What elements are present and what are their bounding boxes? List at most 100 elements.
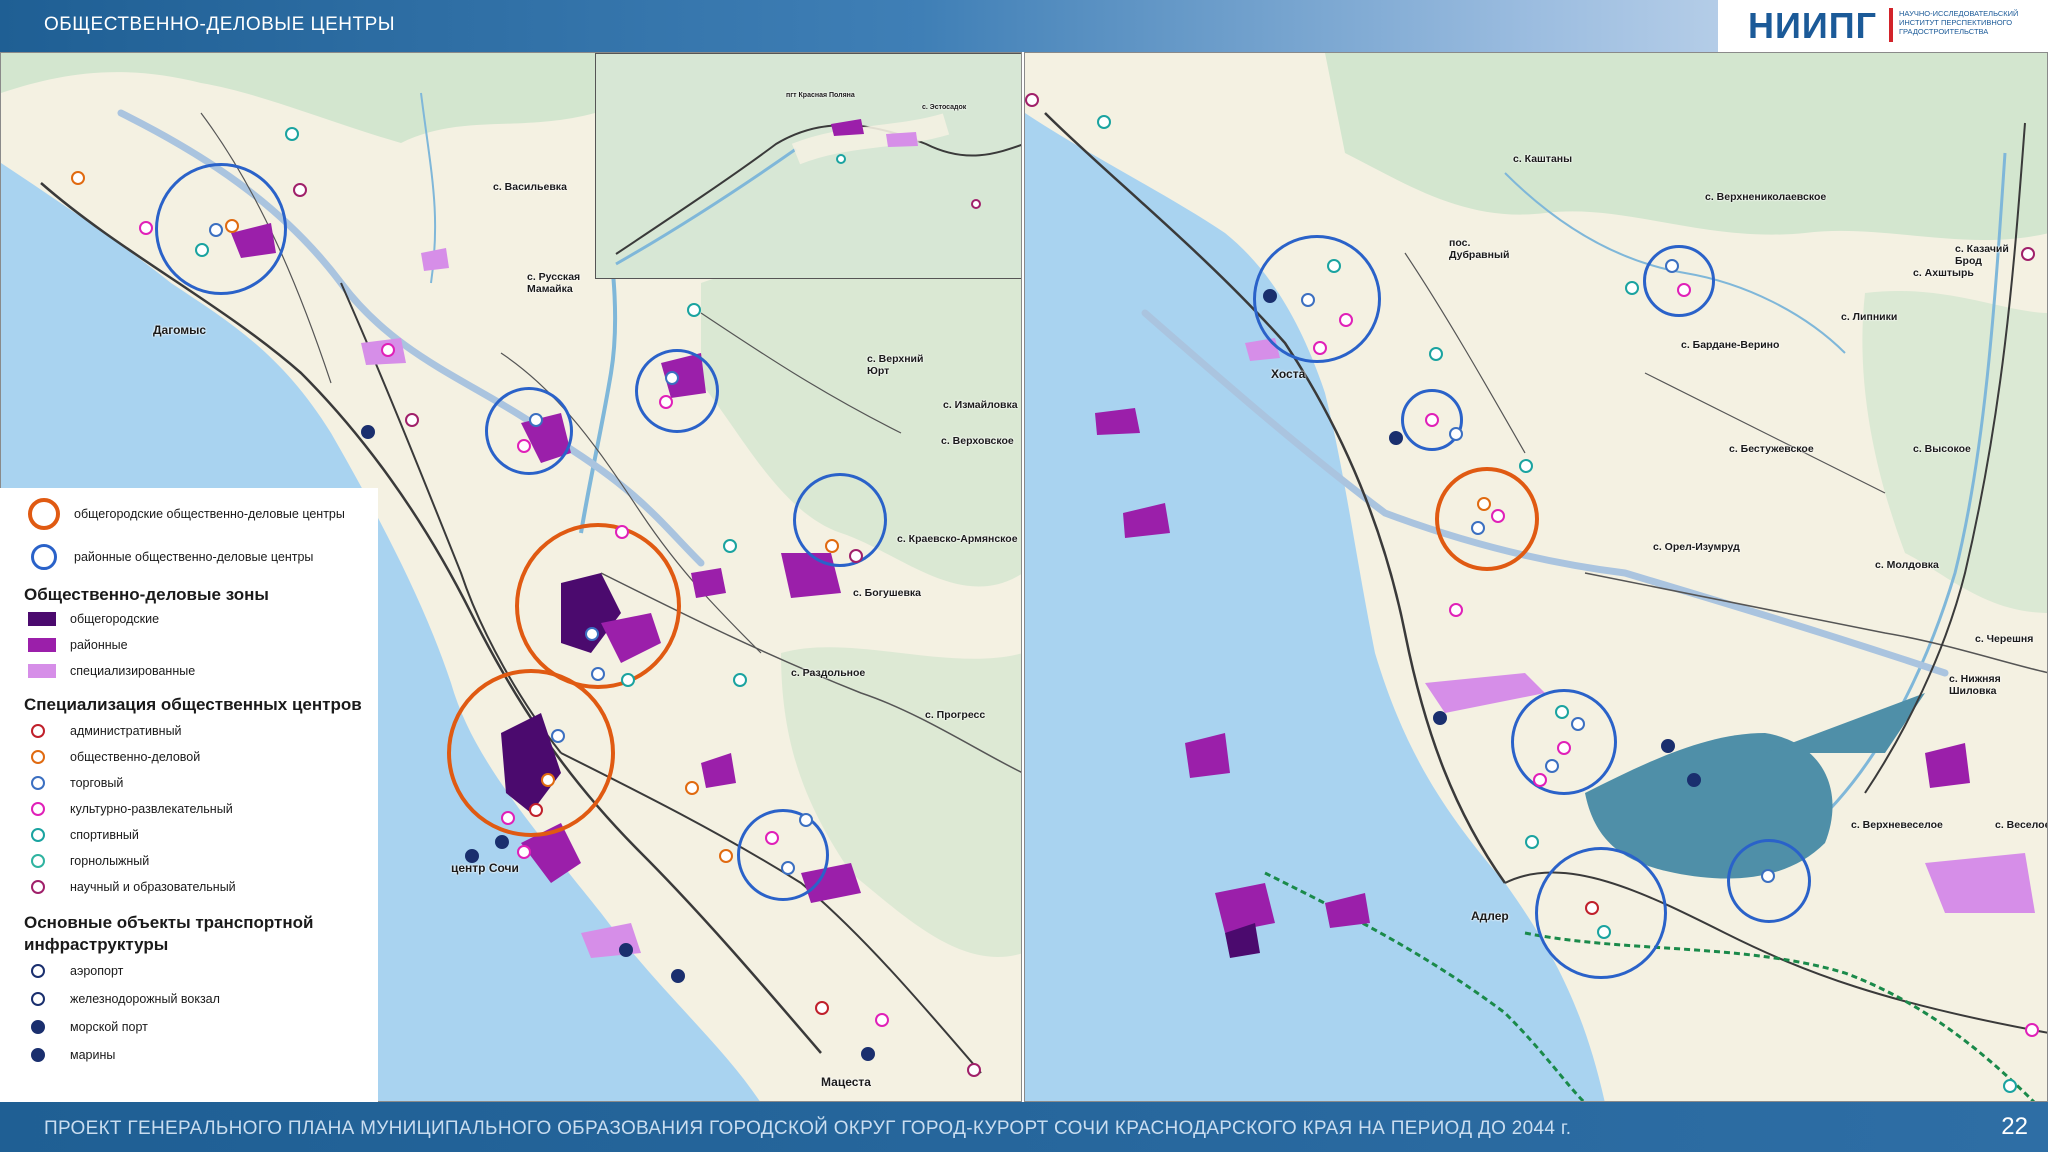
shopping-icon[interactable] [781,861,795,875]
district-center-ring[interactable] [793,473,887,567]
education-icon[interactable] [971,199,981,209]
admin-icon[interactable] [529,803,543,817]
culture-icon[interactable] [1339,313,1353,327]
ski-icon [31,854,45,868]
education-icon[interactable] [1025,93,1039,107]
label-lipniki: с. Липники [1841,311,1898,323]
label-akhshtyr: с. Ахштырь [1913,267,1974,279]
culture-icon[interactable] [659,395,673,409]
shopping-icon[interactable] [1471,521,1485,535]
header-bar: ОБЩЕСТВЕННО-ДЕЛОВЫЕ ЦЕНТРЫ НИИПГ НАУЧНО-… [0,0,2048,52]
seaport-icon[interactable] [861,1047,875,1061]
sport-icon[interactable] [1097,115,1111,129]
culture-icon[interactable] [517,439,531,453]
sport-icon[interactable] [1555,705,1569,719]
culture-icon[interactable] [1449,603,1463,617]
marina-icon[interactable] [465,849,479,863]
culture-icon[interactable] [1677,283,1691,297]
admin-icon[interactable] [815,1001,829,1015]
culture-icon[interactable] [1491,509,1505,523]
seaport-icon[interactable] [495,835,509,849]
business-icon[interactable] [719,849,733,863]
district-center-ring[interactable] [485,387,573,475]
shopping-icon[interactable] [1761,869,1775,883]
shopping-icon[interactable] [551,729,565,743]
district-center-ring[interactable] [635,349,719,433]
inset-map-krasnaya-polyana[interactable]: пгт Красная Поляна с. Эстосадок [595,53,1021,279]
shopping-icon[interactable] [585,627,599,641]
sport-icon[interactable] [1597,925,1611,939]
legend-zone-label: районные [70,638,128,652]
district-center-ring[interactable] [1535,847,1667,979]
culture-icon[interactable] [501,811,515,825]
education-icon[interactable] [849,549,863,563]
sport-icon[interactable] [1525,835,1539,849]
culture-icon[interactable] [517,845,531,859]
marina-icon[interactable] [361,425,375,439]
marina-icon[interactable] [1389,431,1403,445]
culture-icon[interactable] [139,221,153,235]
sport-icon[interactable] [836,154,846,164]
right-map[interactable]: с. Каштаны с. Верхнениколаевское пос. Ду… [1024,52,2048,1102]
railway-station-icon[interactable] [1433,711,1447,725]
city-center-ring[interactable] [1435,467,1539,571]
legend-spec-label: научный и образовательный [70,880,236,894]
shopping-icon[interactable] [591,667,605,681]
district-center-ring[interactable] [737,809,829,901]
sport-icon[interactable] [1429,347,1443,361]
sport-icon[interactable] [723,539,737,553]
business-icon[interactable] [71,171,85,185]
business-icon[interactable] [685,781,699,795]
marina-icon[interactable] [619,943,633,957]
sport-icon[interactable] [1625,281,1639,295]
railway-station-icon[interactable] [1661,739,1675,753]
culture-icon[interactable] [1557,741,1571,755]
district-center-ring[interactable] [1643,245,1715,317]
education-icon[interactable] [967,1063,981,1077]
sport-icon[interactable] [195,243,209,257]
shopping-icon[interactable] [1571,717,1585,731]
sport-icon[interactable] [733,673,747,687]
business-icon[interactable] [825,539,839,553]
culture-icon[interactable] [1533,773,1547,787]
education-icon[interactable] [2021,247,2035,261]
marina-icon[interactable] [1263,289,1277,303]
shopping-icon[interactable] [529,413,543,427]
slide: ОБЩЕСТВЕННО-ДЕЛОВЫЕ ЦЕНТРЫ НИИПГ НАУЧНО-… [0,0,2048,1152]
label-veseloe: с. Веселое [1995,819,2048,831]
legend-transport-label: железнодорожный вокзал [70,992,220,1006]
culture-icon[interactable] [615,525,629,539]
culture-icon[interactable] [381,343,395,357]
culture-icon[interactable] [1425,413,1439,427]
sport-icon[interactable] [2003,1079,2017,1093]
education-icon[interactable] [405,413,419,427]
education-icon [31,880,45,894]
shopping-icon[interactable] [1665,259,1679,273]
inset-label-krasnaya-polyana: пгт Красная Поляна [786,92,855,99]
business-icon[interactable] [225,219,239,233]
shopping-icon[interactable] [665,371,679,385]
shopping-icon[interactable] [1301,293,1315,307]
marina-icon[interactable] [671,969,685,983]
culture-icon[interactable] [765,831,779,845]
culture-icon[interactable] [2025,1023,2039,1037]
legend-spec-item: спортивный [28,828,139,842]
shopping-icon[interactable] [209,223,223,237]
business-icon[interactable] [1477,497,1491,511]
airport-icon[interactable] [1687,773,1701,787]
business-icon[interactable] [541,773,555,787]
legend-transport-item: аэропорт [28,964,123,978]
education-icon[interactable] [293,183,307,197]
sport-icon[interactable] [621,673,635,687]
city-center-ring[interactable] [515,523,681,689]
sport-icon[interactable] [1327,259,1341,273]
culture-icon[interactable] [1313,341,1327,355]
admin-icon[interactable] [1585,901,1599,915]
sport-icon[interactable] [285,127,299,141]
sport-icon[interactable] [687,303,701,317]
shopping-icon[interactable] [1449,427,1463,441]
culture-icon[interactable] [875,1013,889,1027]
sport-icon[interactable] [1519,459,1533,473]
shopping-icon[interactable] [799,813,813,827]
shopping-icon[interactable] [1545,759,1559,773]
